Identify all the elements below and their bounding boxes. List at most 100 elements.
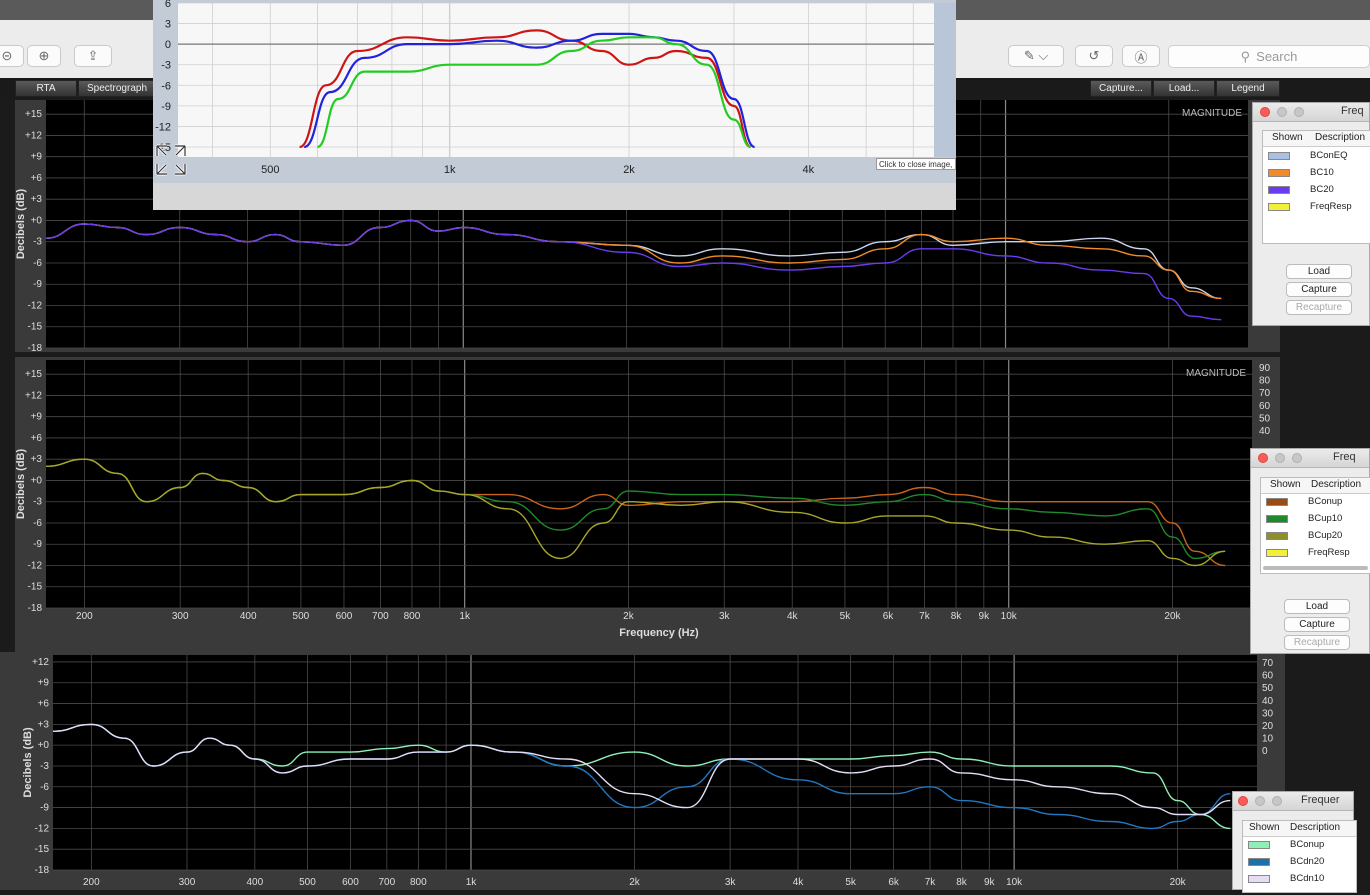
y-tick-label: +6 <box>38 699 50 710</box>
legend-2-row-bcup20[interactable]: BCup20 <box>1261 528 1370 545</box>
legend-1-row-bc10[interactable]: BC10 <box>1263 165 1370 182</box>
annotate-button[interactable]: Ⓐ <box>1122 45 1160 67</box>
y-tick-label: -6 <box>33 518 42 529</box>
plot-area <box>46 360 1252 608</box>
legend-1-row-freqresp[interactable]: FreqResp <box>1263 199 1370 216</box>
legend-3-row-bconup[interactable]: BConup <box>1243 837 1356 854</box>
legend-window-3-title: Frequer <box>1301 794 1340 806</box>
legend-button[interactable]: Legend <box>1216 80 1280 97</box>
close-window-icon[interactable] <box>1238 796 1248 806</box>
minimize-window-icon[interactable] <box>1275 453 1285 463</box>
series-name: BCup10 <box>1308 513 1343 524</box>
minimize-window-icon[interactable] <box>1277 107 1287 117</box>
magnitude-graph-2[interactable]: +15 +12 +9 +6 +3 +0 -3 -6 -9 -12 -15 -18 Decibels (d… <box>15 357 1280 652</box>
legend-1-load-button[interactable]: Load <box>1286 264 1352 279</box>
y-tick-label: -9 <box>33 279 42 290</box>
description-column-header: Description <box>1290 822 1341 833</box>
x-tick-label: 4k <box>787 611 799 622</box>
x-tick-label: 300 <box>172 611 189 622</box>
capture-button[interactable]: Capture... <box>1090 80 1152 97</box>
x-tick-label: 300 <box>179 877 196 888</box>
y-tick-label: +6 <box>31 433 43 444</box>
tab-spectrograph[interactable]: Spectrograph <box>78 80 156 97</box>
y-tick-label: +3 <box>38 719 50 730</box>
legend-1-capture-button[interactable]: Capture <box>1286 282 1352 297</box>
legend-1-table: Shown Description BConEQ BC10 BC20 FreqRe… <box>1262 130 1370 244</box>
zoom-x-tick-label: 1k <box>444 164 456 176</box>
close-window-icon[interactable] <box>1260 107 1270 117</box>
zoom-window-icon[interactable] <box>1294 107 1304 117</box>
legend-window-3: Frequer Shown Description BConup BCdn20 B… <box>1232 791 1357 893</box>
x-tick-label: 6k <box>888 877 900 888</box>
y-axis-title: Decibels (dB) <box>15 189 27 260</box>
zoom-window-icon[interactable] <box>1292 453 1302 463</box>
y-tick-label: +9 <box>38 678 50 689</box>
graph-title: MAGNITUDE <box>1182 108 1242 119</box>
x-tick-label: 400 <box>246 877 263 888</box>
y2-tick-label: 70 <box>1259 388 1271 399</box>
x-tick-label: 6k <box>883 611 895 622</box>
zoom-y-tick-label: -9 <box>161 101 171 113</box>
x-tick-label: 4k <box>793 877 805 888</box>
series-swatch <box>1268 203 1290 211</box>
legend-2-recapture-button[interactable]: Recapture <box>1284 635 1350 650</box>
x-tick-label: 700 <box>372 611 389 622</box>
y2-tick-label: 50 <box>1262 683 1274 694</box>
rotate-button[interactable]: ↺ <box>1075 45 1113 67</box>
close-window-icon[interactable] <box>1258 453 1268 463</box>
x-tick-label: 8k <box>951 611 963 622</box>
x-tick-label: 500 <box>293 611 310 622</box>
rotate-icon: ↺ <box>1088 48 1100 63</box>
x-tick-label: 20k <box>1170 877 1187 888</box>
y-tick-label: +9 <box>31 152 43 163</box>
legend-1-row-bc20[interactable]: BC20 <box>1263 182 1370 199</box>
legend-2-row-freqresp[interactable]: FreqResp <box>1261 545 1370 562</box>
markup-icon: ✎ ⌵ <box>1023 48 1049 63</box>
x-tick-label: 800 <box>410 877 427 888</box>
legend-1-row-bconeq[interactable]: BConEQ <box>1263 148 1370 165</box>
x-tick-label: 5k <box>845 877 857 888</box>
magnitude-graph-3[interactable]: +12 +9 +6 +3 +0 -3 -6 -9 -12 -15 -18 Decibels (dB) 7… <box>0 652 1285 890</box>
series-name: FreqResp <box>1310 201 1352 212</box>
search-field[interactable]: ⚲ Search <box>1168 45 1370 68</box>
legend-label: Legend <box>1231 83 1265 94</box>
zoom-y-tick-label: -6 <box>161 80 171 92</box>
tab-rta[interactable]: RTA <box>15 80 77 97</box>
x-tick-label: 7k <box>919 611 931 622</box>
x-tick-label: 400 <box>240 611 257 622</box>
y-tick-label: +15 <box>25 369 42 380</box>
legend-2-scrollbar[interactable] <box>1263 566 1368 570</box>
zoom-out-icon: ⊝ <box>1 48 13 63</box>
zoom-out-button[interactable]: ⊝ <box>0 45 24 67</box>
graph-title: MAGNITUDE <box>1186 368 1246 379</box>
x-tick-label: 700 <box>379 877 396 888</box>
series-name: BConEQ <box>1310 150 1348 161</box>
y-tick-label: +0 <box>31 475 43 486</box>
y2-tick-label: 0 <box>1262 746 1268 757</box>
series-swatch <box>1268 169 1290 177</box>
expand-icon[interactable] <box>153 140 189 180</box>
zoom-in-button[interactable]: ⊕ <box>27 45 61 67</box>
expand-arrows <box>155 144 187 176</box>
close-image-tooltip: Click to close image, c <box>876 158 956 170</box>
legend-3-row-bcdn10[interactable]: BCdn10 <box>1243 871 1356 888</box>
series-name: BCup20 <box>1308 530 1343 541</box>
minimize-window-icon[interactable] <box>1255 796 1265 806</box>
legend-2-load-button[interactable]: Load <box>1284 599 1350 614</box>
legend-2-row-bconup[interactable]: BConup <box>1261 494 1370 511</box>
zoom-y-tick-label: 3 <box>165 19 171 31</box>
legend-3-row-bcdn20[interactable]: BCdn20 <box>1243 854 1356 871</box>
markup-button[interactable]: ✎ ⌵ <box>1008 45 1064 67</box>
legend-1-recapture-button[interactable]: Recapture <box>1286 300 1352 315</box>
graph-panel-3: +12 +9 +6 +3 +0 -3 -6 -9 -12 -15 -18 Decibels (dB) 7… <box>0 652 1285 890</box>
y2-tick-label: 60 <box>1259 401 1271 412</box>
zoom-image-overlay[interactable]: 6 3 0 -3 -6 -9 -12 -15 500 1k 2k 4k <box>153 0 956 213</box>
share-button[interactable]: ⇪ <box>74 45 112 67</box>
zoom-window-icon[interactable] <box>1272 796 1282 806</box>
legend-2-capture-button[interactable]: Capture <box>1284 617 1350 632</box>
y-tick-label: +3 <box>31 454 43 465</box>
load-button[interactable]: Load... <box>1153 80 1215 97</box>
y-tick-label: -12 <box>28 300 43 311</box>
x-tick-label: 2k <box>629 877 641 888</box>
legend-2-row-bcup10[interactable]: BCup10 <box>1261 511 1370 528</box>
